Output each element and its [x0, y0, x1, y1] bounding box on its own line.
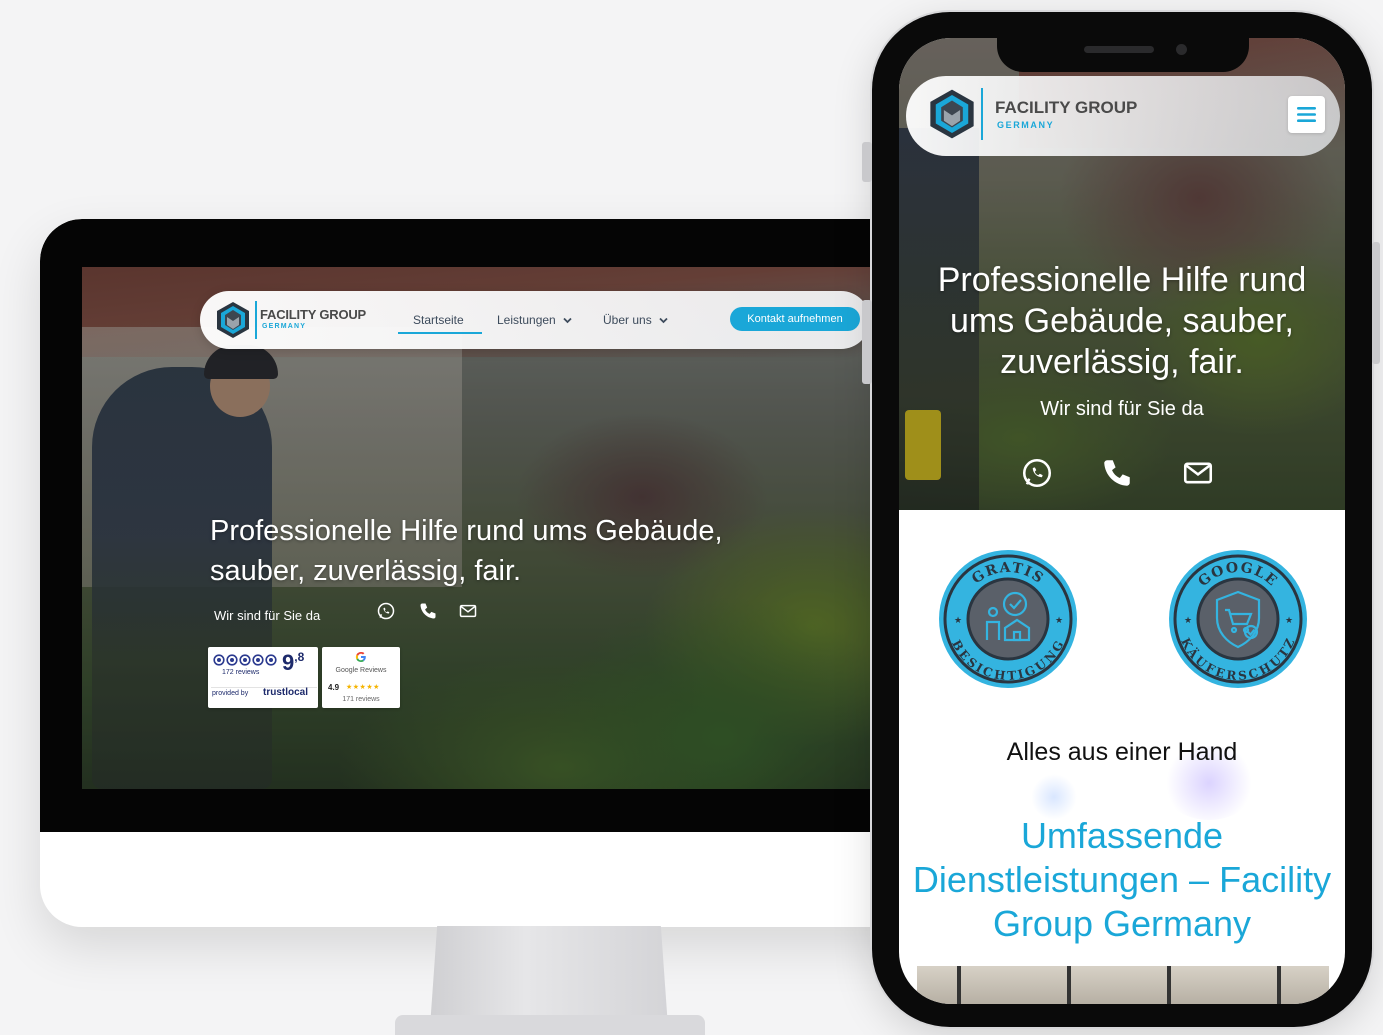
window-frame: [1277, 966, 1281, 1004]
monitor-stand: [430, 926, 668, 1027]
mobile-navbar: FACILITY GROUP GERMANY: [906, 76, 1340, 156]
window-frame: [1167, 966, 1171, 1004]
trustlocal-rating-icon: [213, 654, 277, 666]
whatsapp-icon[interactable]: [376, 601, 396, 621]
phone-icon[interactable]: [418, 601, 438, 621]
brand-subtitle: GERMANY: [262, 323, 307, 330]
trustlocal-badge[interactable]: 9,8 172 reviews provided by trustlocal: [208, 647, 318, 708]
phone-speaker: [1084, 46, 1154, 53]
google-reviews-badge[interactable]: Google Reviews 4.9 ★★★★★ 171 reviews: [322, 647, 400, 708]
hamburger-menu-button[interactable]: [1288, 96, 1325, 133]
whatsapp-icon[interactable]: [1020, 456, 1054, 490]
phone-side-button: [1372, 242, 1380, 364]
hero-headline-line1: Professionelle Hilfe rund ums Gebäude,: [210, 515, 723, 547]
phone-icon[interactable]: [1100, 456, 1134, 490]
monitor-stand-base: [395, 1015, 705, 1035]
brand-name: FACILITY GROUP: [260, 307, 367, 322]
mail-icon[interactable]: [1181, 456, 1215, 490]
google-rating-stars: ★★★★★: [346, 684, 380, 691]
trustlocal-score-main: 9: [282, 650, 295, 675]
google-reviews-title: Google Reviews: [335, 667, 387, 674]
google-rating-value: 4.9: [328, 683, 340, 692]
svg-text:★: ★: [1184, 615, 1192, 625]
mobile-hero-subline: Wir sind für Sie da: [1040, 398, 1204, 420]
phone-camera: [1176, 44, 1187, 55]
nav-link-ueber-uns[interactable]: Über uns: [603, 313, 668, 327]
section-kicker: Alles aus einer Hand: [1006, 738, 1238, 766]
logo-divider: [255, 301, 257, 339]
mobile-hero-headline: Professionelle Hilfe rund ums Gebäude, s…: [937, 261, 1307, 381]
chevron-down-icon: [563, 317, 572, 324]
hero-subline: Wir sind für Sie da: [214, 608, 321, 623]
svg-text:★: ★: [1285, 615, 1293, 625]
trustlocal-reviews: 172 reviews: [222, 669, 260, 676]
trustlocal-score: 9,8: [282, 650, 304, 676]
hamburger-icon: [1297, 107, 1316, 122]
brand-subtitle: GERMANY: [997, 120, 1055, 130]
hero-headline-line2: sauber, zuverlässig, fair.: [210, 555, 522, 587]
google-reviews-count: 171 reviews: [342, 696, 380, 703]
nav-link-leistungen-label: Leistungen: [497, 313, 556, 327]
section-title: Umfassende Dienstleistungen – Facility G…: [912, 815, 1332, 944]
google-logo-icon: [355, 651, 366, 662]
desktop-website: FACILITY GROUP GERMANY Startseite Leistu…: [82, 267, 882, 789]
brand-name: FACILITY GROUP: [995, 98, 1138, 117]
svg-text:★: ★: [1055, 615, 1063, 625]
nav-link-startseite[interactable]: Startseite: [413, 313, 464, 327]
mail-icon[interactable]: [458, 601, 478, 621]
chevron-down-icon: [659, 317, 668, 324]
mobile-website: FACILITY GROUP GERMANY Professionelle Hi…: [899, 38, 1345, 1004]
desktop-navbar: FACILITY GROUP GERMANY Startseite Leistu…: [200, 291, 870, 349]
section-image: [917, 966, 1329, 1004]
trustlocal-score-decimal: ,8: [294, 650, 305, 664]
hero-headline: Professionelle Hilfe rund ums Gebäude, s…: [210, 511, 810, 591]
contact-cta-button[interactable]: Kontakt aufnehmen: [730, 307, 860, 331]
nav-active-indicator: [398, 332, 482, 334]
free-inspection-stamp-icon: GRATIS BESICHTIGUNG ★ ★: [939, 550, 1077, 688]
nav-link-ueber-uns-label: Über uns: [603, 313, 652, 327]
phone-side-button: [862, 142, 872, 182]
window-frame: [1067, 966, 1071, 1004]
phone-side-button: [862, 300, 872, 384]
brand-logo-icon[interactable]: [216, 301, 250, 339]
google-buyer-protection-stamp-icon: GOOGLE KÄUFERSCHUTZ ★ ★: [1169, 550, 1307, 688]
trustlocal-brand: trustlocal: [263, 687, 309, 698]
svg-text:★: ★: [954, 615, 962, 625]
nav-link-leistungen[interactable]: Leistungen: [497, 313, 572, 327]
window-frame: [957, 966, 961, 1004]
brand-logo-icon[interactable]: [929, 88, 975, 140]
logo-divider: [981, 88, 983, 140]
trustlocal-provided-by: provided by: [212, 690, 249, 697]
